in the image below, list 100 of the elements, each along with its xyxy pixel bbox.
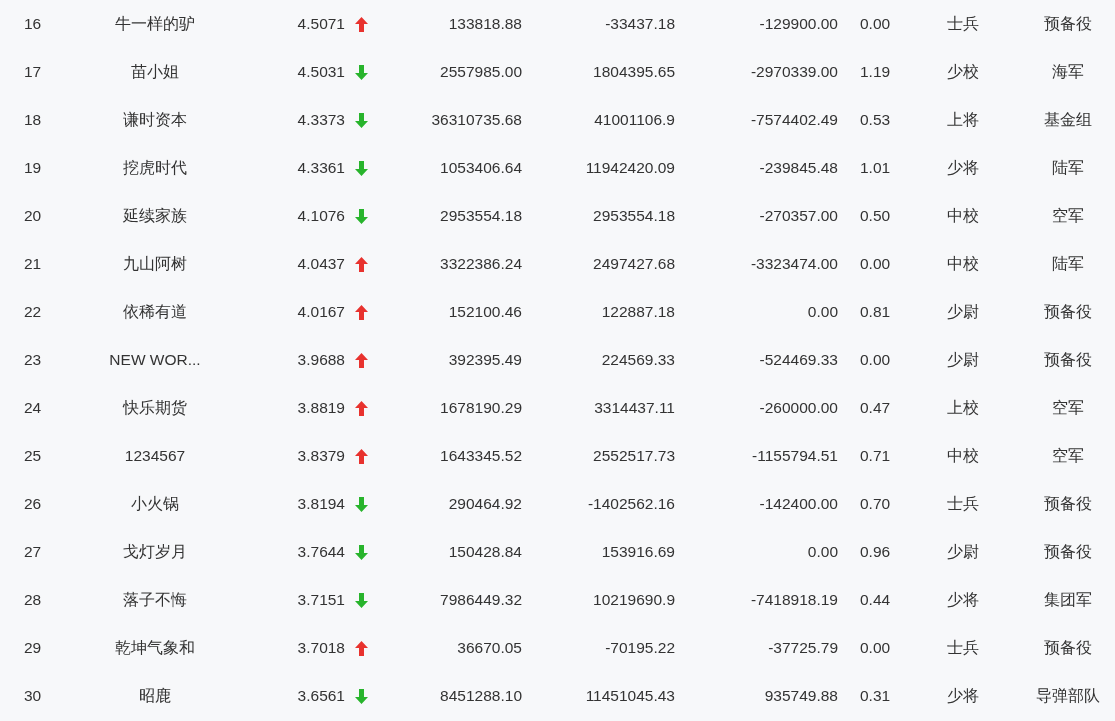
table-cell: 4.0437: [297, 255, 345, 273]
table-cell: -142400.00: [759, 495, 838, 513]
table-cell-text: 预备役: [1043, 637, 1092, 658]
table-cell-text: 0.96: [859, 543, 891, 561]
rank-cell: 26: [24, 495, 42, 513]
table-cell-text: 0.71: [859, 447, 891, 465]
table-cell-text: 少尉: [947, 541, 979, 562]
table-cell: -129900.00: [759, 15, 838, 33]
table-cell: 224569.33: [601, 351, 675, 369]
table-cell: 3.6561: [297, 687, 345, 705]
table-cell: 152100.46: [448, 303, 522, 321]
table-cell-text: 中校: [947, 445, 979, 466]
table-cell-text: 少校: [947, 61, 979, 82]
table-cell: -239845.48: [759, 159, 838, 177]
table-cell: 2497427.68: [593, 255, 675, 273]
table-cell-text: 0.00: [859, 351, 891, 369]
table-cell: 1643345.52: [440, 447, 522, 465]
table-cell-text: 基金组: [1043, 109, 1092, 130]
table-cell-text: 0.47: [859, 399, 891, 417]
rank-cell: 23: [24, 351, 42, 369]
table-cell-text: 预备役: [1043, 493, 1092, 514]
table-cell-text: 1.19: [859, 63, 891, 81]
table-cell: 3314437.11: [594, 399, 675, 417]
table-cell-text: 少将: [947, 589, 979, 610]
table-cell: 2552517.73: [593, 447, 675, 465]
table-cell-text: 士兵: [947, 493, 979, 514]
table-cell: 10219690.9: [593, 591, 675, 609]
table-cell-text: 士兵: [947, 637, 979, 658]
rank-cell: 20: [24, 207, 42, 225]
table-cell: 1804395.65: [593, 63, 675, 81]
table-cell-text: 集团军: [1043, 589, 1092, 610]
table-cell-text: 0.70: [859, 495, 891, 513]
table-cell: 935749.88: [764, 687, 838, 705]
table-cell-text: 空军: [1051, 445, 1084, 466]
table-cell: -37725.79: [768, 639, 838, 657]
table-cell: -1155794.51: [752, 447, 838, 465]
table-cell-text: 导弹部队: [1035, 685, 1100, 706]
table-cell: 3.8379: [297, 447, 345, 465]
table-cell: 4.3361: [297, 159, 345, 177]
table-cell-text: 0.50: [859, 207, 891, 225]
table-cell-text: 士兵: [947, 13, 979, 34]
table-cell: -7574402.49: [750, 111, 838, 129]
name-cell: 1234567: [124, 447, 186, 465]
table-cell: 122887.18: [601, 303, 675, 321]
table-cell-text: 少尉: [947, 349, 979, 370]
rank-cell: 24: [24, 399, 42, 417]
rank-cell: 25: [24, 447, 42, 465]
table-cell: 3322386.24: [440, 255, 522, 273]
table-cell-text: 少将: [947, 685, 979, 706]
name-cell-text: 乾坤气象和: [115, 637, 195, 658]
table-cell: 2557985.00: [440, 63, 522, 81]
rank-cell: 29: [24, 639, 42, 657]
rank-cell: 30: [24, 687, 42, 705]
table-cell: -33437.18: [605, 15, 675, 33]
table-cell: 8451288.10: [440, 687, 522, 705]
table-cell: -2970339.00: [750, 63, 838, 81]
table-cell: 3.9688: [297, 351, 345, 369]
rank-cell: 28: [24, 591, 42, 609]
table-cell: 4.3373: [297, 111, 345, 129]
table-cell-text: 0.81: [859, 303, 891, 321]
table-cell: 11942420.09: [585, 159, 675, 177]
name-cell-text: 依稀有道: [123, 301, 187, 322]
table-cell-text: 预备役: [1043, 349, 1092, 370]
table-cell: -70195.22: [605, 639, 675, 657]
table-cell: -1402562.16: [587, 495, 675, 513]
rank-cell: 16: [24, 15, 42, 33]
name-cell-text: 延续家族: [123, 205, 187, 226]
table-cell-text: 上校: [947, 397, 979, 418]
name-cell-text: 九山阿树: [123, 253, 187, 274]
name-cell-text: 落子不悔: [123, 589, 187, 610]
table-cell: 3.8194: [297, 495, 345, 513]
rank-cell: 21: [24, 255, 42, 273]
table-cell: 2953554.18: [440, 207, 522, 225]
table-cell: 150428.84: [448, 543, 522, 561]
table-cell-text: 空军: [1051, 397, 1084, 418]
name-cell-text: 昭鹿: [139, 685, 171, 706]
table-cell: 7986449.32: [440, 591, 522, 609]
name-cell: NEW WOR...: [109, 351, 201, 369]
table-cell-text: 空军: [1051, 205, 1084, 226]
table-cell: 11451045.43: [585, 687, 675, 705]
rank-cell: 22: [24, 303, 42, 321]
rank-cell: 19: [24, 159, 42, 177]
name-cell-text: 小火锅: [131, 493, 179, 514]
table-cell: 0.00: [807, 543, 838, 561]
name-cell-text: 谦时资本: [123, 109, 187, 130]
table-cell-text: 少尉: [947, 301, 979, 322]
table-cell: -3323474.00: [750, 255, 838, 273]
table-cell: 4.5031: [297, 63, 345, 81]
table-cell: -524469.33: [759, 351, 838, 369]
table-cell-text: 1.01: [859, 159, 891, 177]
table-cell-text: 海军: [1051, 61, 1084, 82]
table-cell-text: 中校: [947, 253, 979, 274]
table-cell-text: 少将: [947, 157, 979, 178]
table-cell: 3.7018: [297, 639, 345, 657]
table-cell: 1678190.29: [440, 399, 522, 417]
table-cell: -7418918.19: [750, 591, 838, 609]
table-cell: 4.0167: [297, 303, 345, 321]
rank-cell: 27: [24, 543, 42, 561]
table-cell-text: 预备役: [1043, 301, 1092, 322]
table-cell: 1053406.64: [440, 159, 522, 177]
